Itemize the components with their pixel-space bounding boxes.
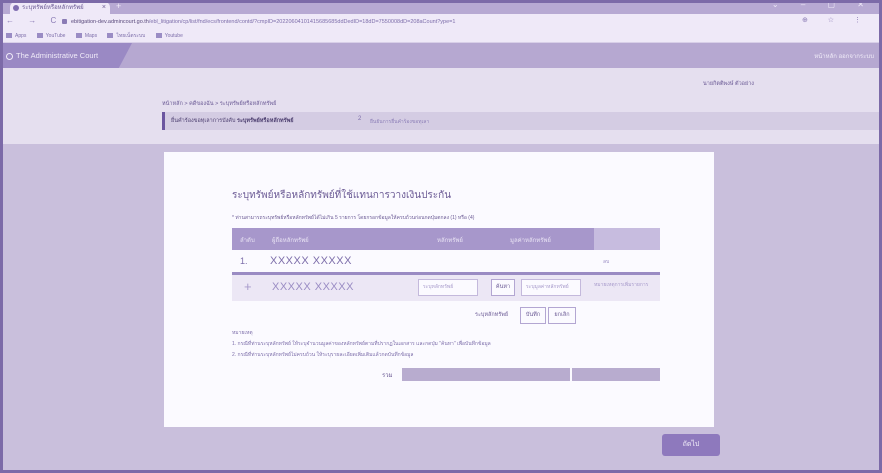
window-frame <box>0 0 882 473</box>
